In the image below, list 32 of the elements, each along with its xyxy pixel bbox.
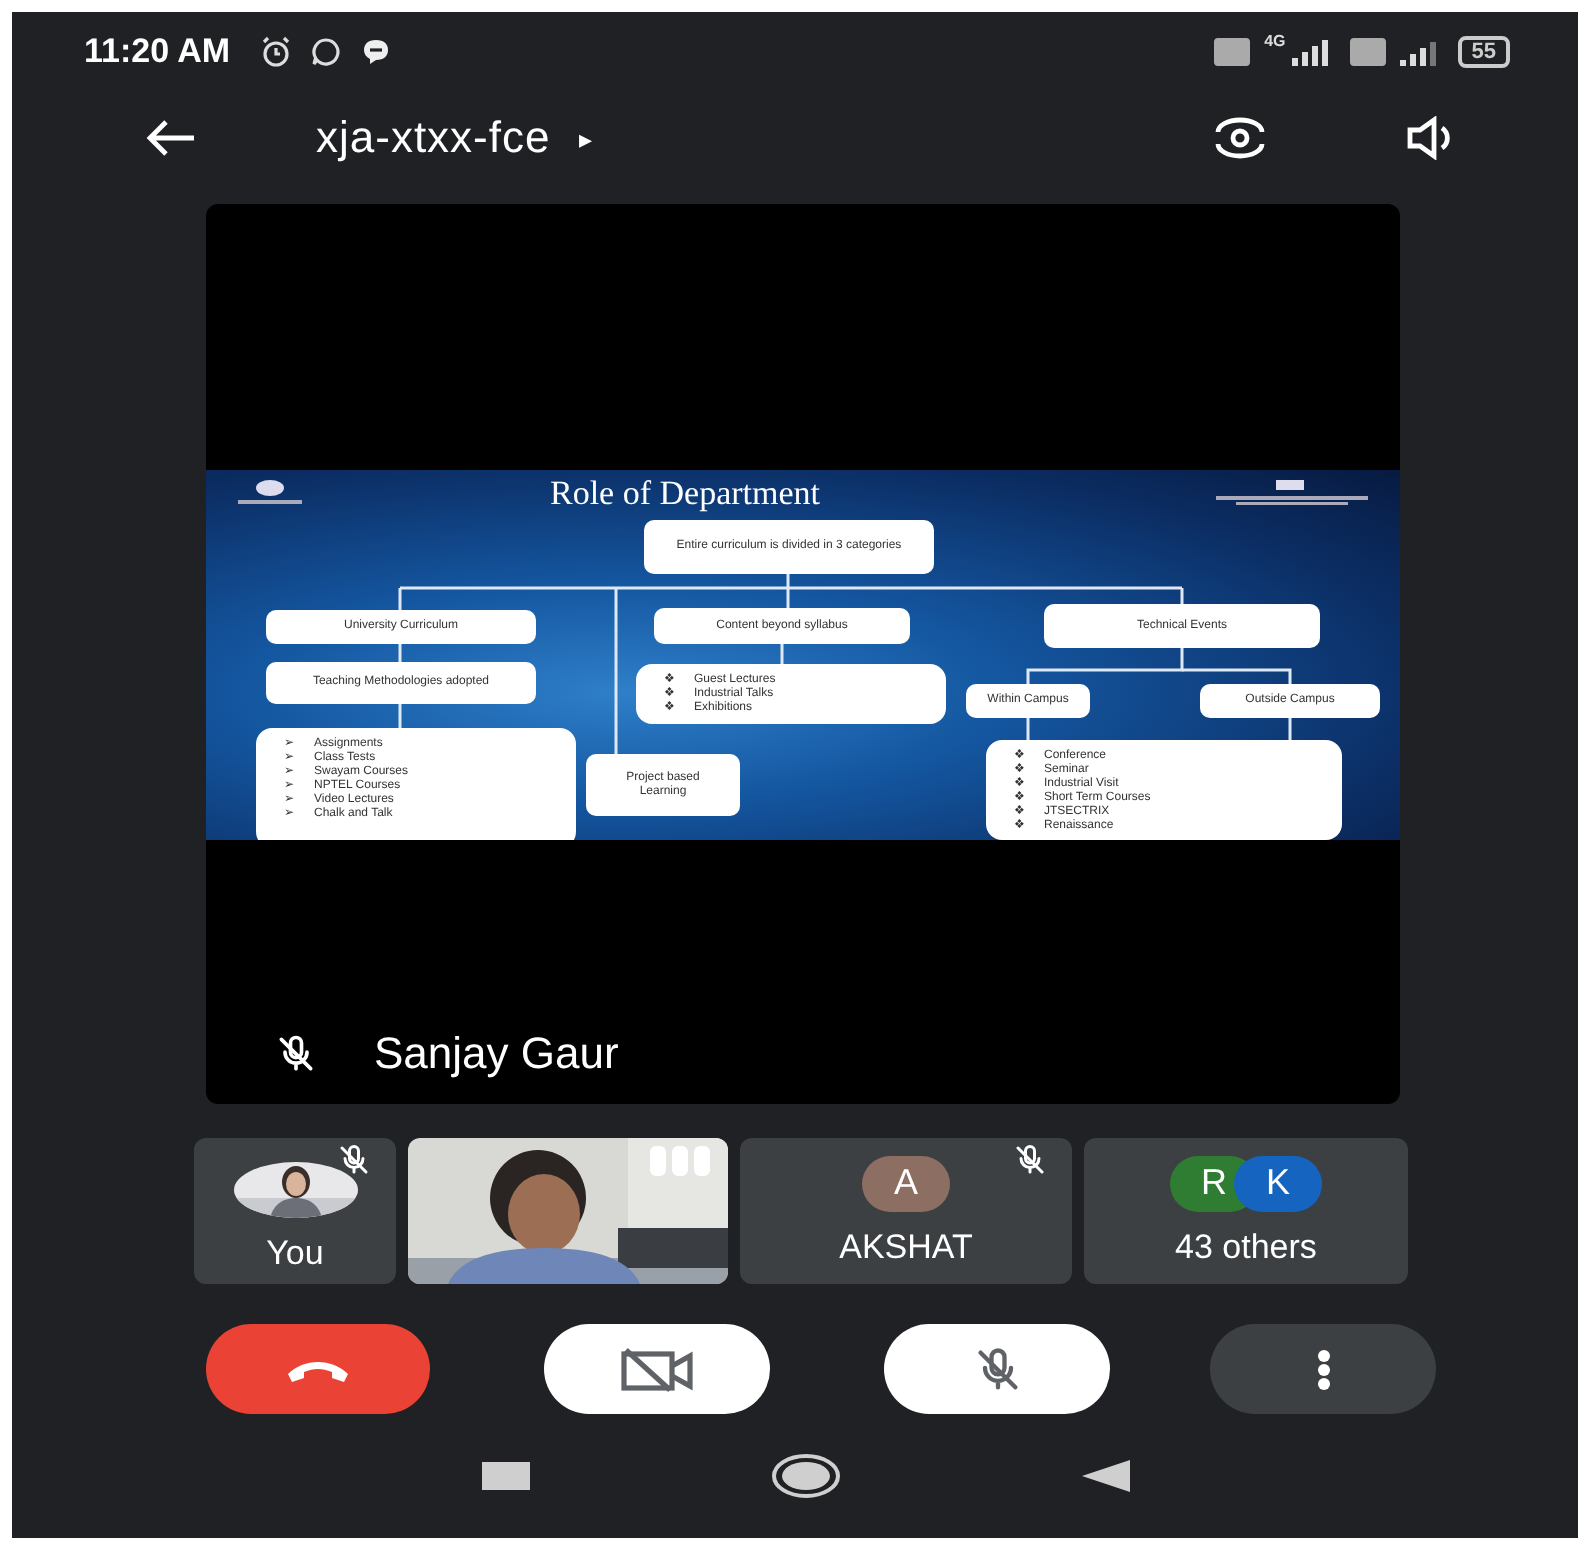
alarm-icon — [260, 36, 293, 68]
battery-level: 55 — [1457, 36, 1510, 68]
connector-line — [398, 644, 402, 662]
recent-apps-icon[interactable] — [481, 1462, 529, 1490]
avatar-initial: A — [862, 1155, 950, 1211]
participant-tile[interactable]: R K 43 others — [1084, 1138, 1408, 1284]
participant-name: You — [266, 1233, 324, 1273]
meeting-code[interactable]: xja-xtxx-fce — [316, 112, 551, 164]
chat-bubble-icon — [310, 36, 343, 68]
microphone-button[interactable] — [884, 1324, 1110, 1414]
camera-button[interactable] — [544, 1324, 770, 1414]
participant-tile[interactable]: A AKSHAT — [740, 1138, 1072, 1284]
back-icon[interactable] — [1081, 1460, 1129, 1492]
end-call-button[interactable] — [206, 1324, 430, 1414]
connector-line — [1288, 718, 1292, 740]
camera-off-icon — [617, 1343, 697, 1395]
connector-line — [1026, 718, 1030, 740]
participant-tile[interactable]: You — [194, 1138, 396, 1284]
connector-line — [780, 644, 784, 664]
slide-title: Role of Department — [550, 474, 821, 514]
clock-time: 11:20 AM — [84, 32, 231, 72]
back-arrow-icon[interactable] — [144, 118, 196, 158]
avatar-initial: K — [1234, 1155, 1322, 1211]
home-icon[interactable] — [769, 1452, 841, 1500]
caret-icon[interactable]: ▸ — [578, 123, 593, 153]
more-icon — [1315, 1347, 1331, 1391]
connector-line — [398, 704, 402, 728]
presenter-name: Sanjay Gaur — [374, 1028, 619, 1080]
message-icon — [360, 36, 393, 68]
network-type: 4G — [1264, 31, 1286, 49]
participant-name: 43 others — [1175, 1227, 1317, 1267]
participant-name: AKSHAT — [839, 1227, 973, 1267]
